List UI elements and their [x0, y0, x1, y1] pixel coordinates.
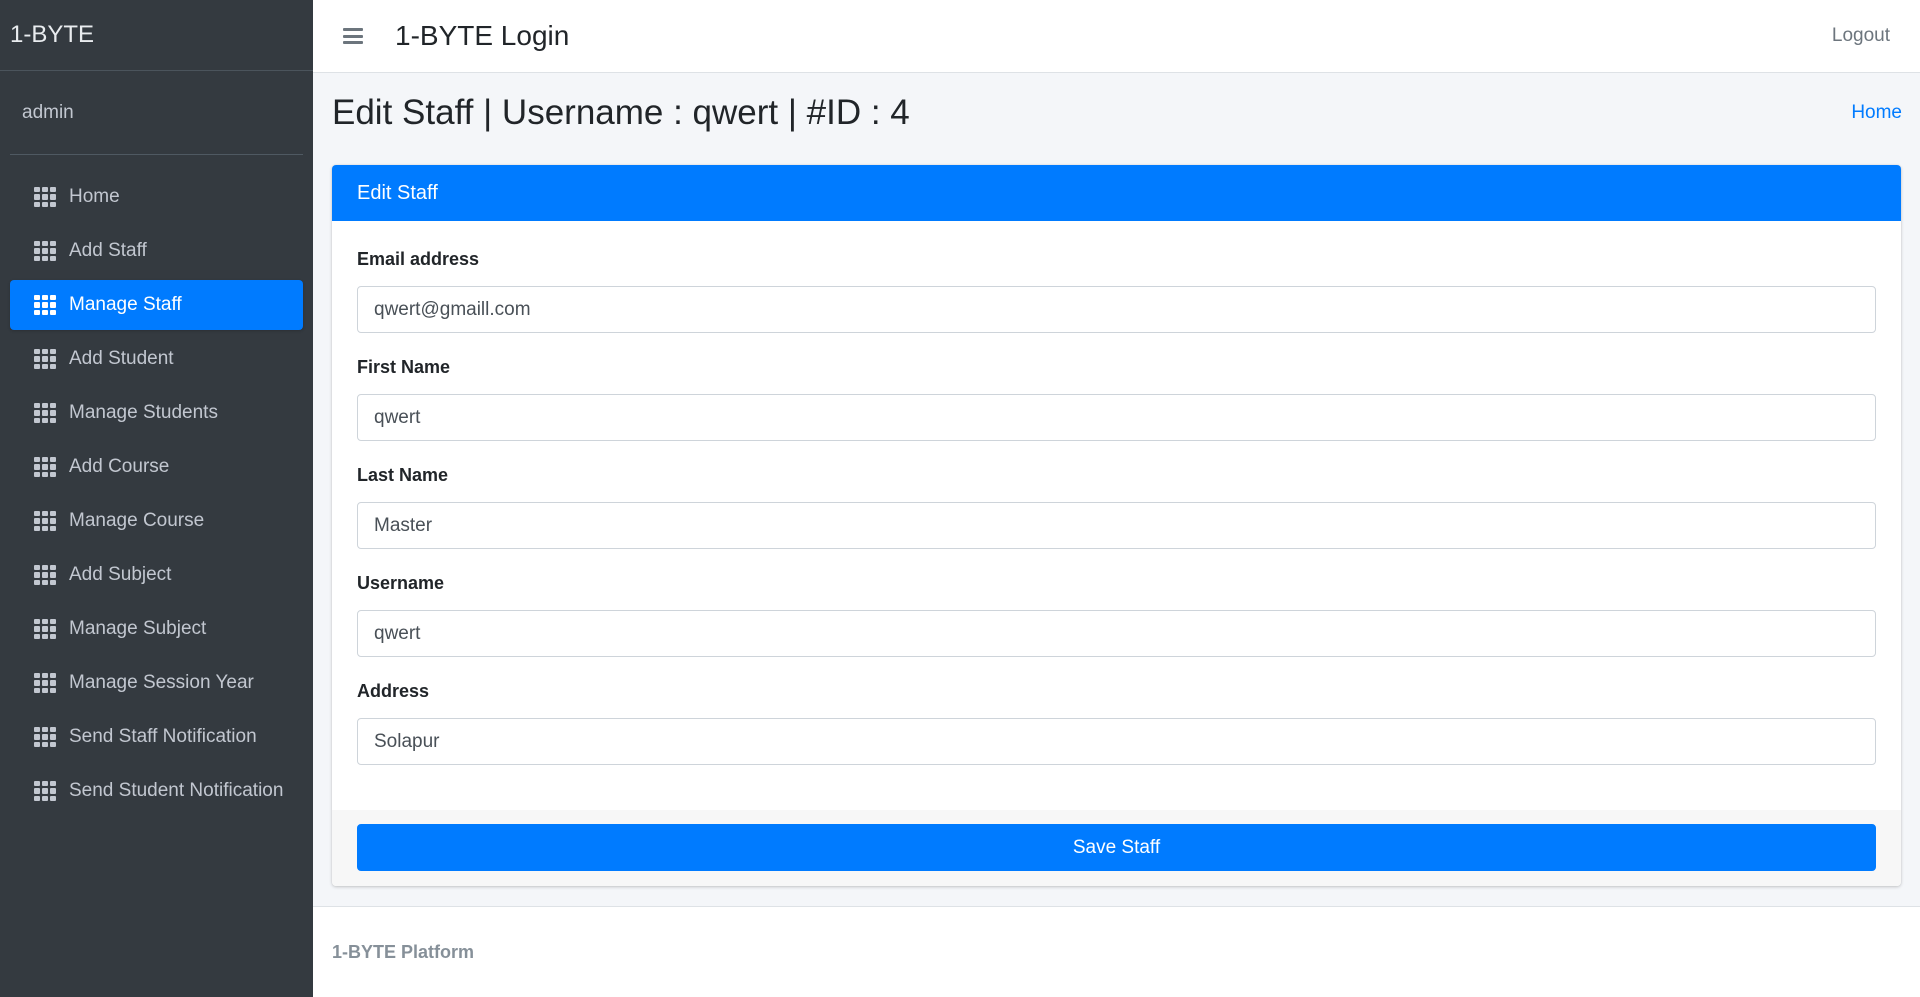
brand-text: 1-BYTE — [10, 21, 95, 48]
form-group-last-name: Last Name — [357, 465, 1876, 549]
th-icon — [34, 187, 56, 207]
address-label: Address — [357, 681, 430, 701]
sidebar-item-manage-subject[interactable]: Manage Subject — [10, 604, 303, 654]
sidebar-item-label: Send Staff Notification — [69, 726, 257, 747]
form-group-username: Username — [357, 573, 1876, 657]
th-icon — [34, 619, 56, 639]
sidebar-item-manage-session-year[interactable]: Manage Session Year — [10, 658, 303, 708]
card-footer: Save Staff — [332, 810, 1901, 886]
sidebar-item-label: Add Subject — [69, 564, 172, 585]
username-field[interactable] — [357, 610, 1876, 657]
sidebar-item-label: Add Student — [69, 348, 174, 369]
top-navbar: 1-BYTE Login Logout — [313, 0, 1920, 73]
sidebar-item-label: Manage Subject — [69, 618, 207, 639]
email-label: Email address — [357, 249, 480, 269]
last-name-field[interactable] — [357, 502, 1876, 549]
hamburger-icon[interactable] — [343, 28, 363, 44]
sidebar-item-add-course[interactable]: Add Course — [10, 442, 303, 492]
breadcrumb-home-link[interactable]: Home — [1851, 102, 1902, 124]
sidebar-item-send-staff-notification[interactable]: Send Staff Notification — [10, 712, 303, 762]
navbar-title[interactable]: 1-BYTE Login — [395, 20, 569, 52]
form-group-email: Email address — [357, 249, 1876, 333]
sidebar-item-label: Manage Students — [69, 402, 218, 423]
sidebar-item-manage-students[interactable]: Manage Students — [10, 388, 303, 438]
sidebar-item-home[interactable]: Home — [10, 172, 303, 222]
th-icon — [34, 295, 56, 315]
sidebar-item-label: Home — [69, 186, 120, 207]
sidebar-item-manage-staff[interactable]: Manage Staff — [10, 280, 303, 330]
last-name-label: Last Name — [357, 465, 449, 485]
page-footer: 1-BYTE Platform — [313, 906, 1920, 997]
th-icon — [34, 565, 56, 585]
th-icon — [34, 403, 56, 423]
th-icon — [34, 349, 56, 369]
brand-link[interactable]: 1-BYTE — [0, 0, 313, 71]
sidebar-item-add-student[interactable]: Add Student — [10, 334, 303, 384]
th-icon — [34, 457, 56, 477]
save-staff-button[interactable]: Save Staff — [357, 824, 1876, 871]
first-name-label: First Name — [357, 357, 451, 377]
sidebar-nav: Home Add Staff Manage Staff Add Student … — [10, 172, 303, 816]
th-icon — [34, 673, 56, 693]
card-title: Edit Staff — [332, 165, 1901, 221]
first-name-field[interactable] — [357, 394, 1876, 441]
user-name[interactable]: admin — [22, 102, 74, 124]
footer-text: 1-BYTE Platform — [332, 941, 475, 962]
logout-link[interactable]: Logout — [1832, 25, 1890, 47]
form-group-address: Address — [357, 681, 1876, 765]
sidebar-item-add-subject[interactable]: Add Subject — [10, 550, 303, 600]
th-icon — [34, 727, 56, 747]
sidebar-item-label: Manage Course — [69, 510, 205, 531]
edit-staff-form: Email address First Name Last Name Usern… — [332, 221, 1901, 810]
content-header: Edit Staff | Username : qwert | #ID : 4 … — [332, 88, 1902, 138]
sidebar-item-label: Manage Staff — [69, 294, 182, 315]
sidebar-item-label: Add Staff — [69, 240, 147, 261]
edit-staff-card: Edit Staff Email address First Name Last… — [332, 165, 1901, 886]
username-label: Username — [357, 573, 445, 593]
form-group-first-name: First Name — [357, 357, 1876, 441]
sidebar-item-send-student-notification[interactable]: Send Student Notification — [10, 766, 303, 816]
sidebar-item-label: Send Student Notification — [69, 780, 284, 801]
email-field[interactable] — [357, 286, 1876, 333]
sidebar-item-manage-course[interactable]: Manage Course — [10, 496, 303, 546]
user-panel: admin — [10, 71, 303, 155]
th-icon — [34, 511, 56, 531]
address-field[interactable] — [357, 718, 1876, 765]
sidebar: 1-BYTE admin Home Add Staff Manage Staff… — [0, 0, 313, 997]
sidebar-item-label: Manage Session Year — [69, 672, 254, 693]
th-icon — [34, 781, 56, 801]
th-icon — [34, 241, 56, 261]
page-title: Edit Staff | Username : qwert | #ID : 4 — [332, 93, 910, 132]
sidebar-item-label: Add Course — [69, 456, 170, 477]
sidebar-item-add-staff[interactable]: Add Staff — [10, 226, 303, 276]
